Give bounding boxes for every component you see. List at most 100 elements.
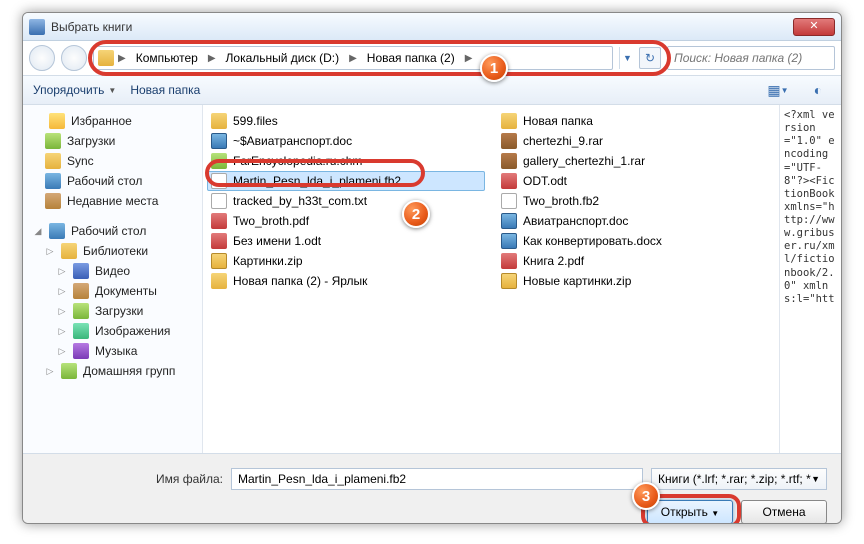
file-item[interactable]: tracked_by_h33t_com.txt (207, 191, 485, 211)
help-button[interactable]: ◐ (805, 80, 831, 100)
file-icon (501, 173, 517, 189)
file-icon (211, 133, 227, 149)
document-icon (73, 283, 89, 299)
file-icon (211, 233, 227, 249)
filetype-dropdown[interactable]: Книги (*.lrf; *.rar; *.zip; *.rtf; *.lit… (651, 468, 827, 490)
breadcrumb-seg-folder[interactable]: Новая папка (2) (361, 49, 461, 67)
file-name: gallery_chertezhi_1.rar (523, 154, 645, 168)
desktop-icon (45, 173, 61, 189)
dialog-body: Избранное Загрузки Sync Рабочий стол Нед… (23, 105, 841, 453)
filename-input[interactable] (231, 468, 643, 490)
file-item[interactable]: ~$Авиатранспорт.doc (207, 131, 485, 151)
sidebar-item-video[interactable]: ▷Видео (27, 261, 198, 281)
chevron-down-icon: ▼ (108, 86, 116, 95)
sidebar-item-images[interactable]: ▷Изображения (27, 321, 198, 341)
file-item[interactable]: Two_broth.fb2 (497, 191, 775, 211)
file-item[interactable]: Martin_Pesn_lda_i_plameni.fb2 (207, 171, 485, 191)
footer: Имя файла: Книги (*.lrf; *.rar; *.zip; *… (23, 453, 841, 524)
file-name: tracked_by_h33t_com.txt (233, 194, 367, 208)
address-dropdown-icon[interactable]: ▼ (619, 47, 635, 69)
file-item[interactable]: Без имени 1.odt (207, 231, 485, 251)
desktop-icon (49, 223, 65, 239)
file-item[interactable]: Книга 2.pdf (497, 251, 775, 271)
file-item[interactable]: Новая папка (497, 111, 775, 131)
sidebar: Избранное Загрузки Sync Рабочий стол Нед… (23, 105, 203, 453)
sidebar-item-music[interactable]: ▷Музыка (27, 341, 198, 361)
back-button[interactable] (29, 45, 55, 71)
file-item[interactable]: Two_broth.pdf (207, 211, 485, 231)
file-icon (211, 213, 227, 229)
search-input[interactable] (667, 46, 835, 70)
chevron-down-icon: ▼ (811, 474, 820, 484)
chevron-right-icon[interactable]: ▶ (463, 53, 475, 64)
file-name: Новые картинки.zip (523, 274, 631, 288)
close-button[interactable]: ✕ (793, 18, 835, 36)
file-name: Картинки.zip (233, 254, 303, 268)
file-icon (211, 173, 227, 189)
sidebar-item-libraries[interactable]: ▷Библиотеки (27, 241, 198, 261)
sidebar-item-documents[interactable]: ▷Документы (27, 281, 198, 301)
sidebar-item-sync[interactable]: Sync (27, 151, 198, 171)
breadcrumb-seg-computer[interactable]: Компьютер (130, 49, 204, 67)
chevron-right-icon[interactable]: ▶ (347, 53, 359, 64)
sidebar-item-favorites[interactable]: Избранное (27, 111, 198, 131)
file-item[interactable]: chertezhi_9.rar (497, 131, 775, 151)
chevron-right-icon[interactable]: ▶ (206, 53, 218, 64)
sidebar-item-desktop[interactable]: Рабочий стол (27, 171, 198, 191)
library-icon (61, 243, 77, 259)
sidebar-item-downloads[interactable]: Загрузки (27, 131, 198, 151)
file-item[interactable]: Как конвертировать.docx (497, 231, 775, 251)
refresh-button[interactable]: ↻ (639, 47, 661, 69)
file-item[interactable]: ODT.odt (497, 171, 775, 191)
file-item[interactable]: Новые картинки.zip (497, 271, 775, 291)
chevron-right-icon[interactable]: ▶ (116, 53, 128, 64)
file-item[interactable]: 599.files (207, 111, 485, 131)
file-icon (501, 113, 517, 129)
file-name: Martin_Pesn_lda_i_plameni.fb2 (233, 174, 401, 188)
sidebar-item-downloads2[interactable]: ▷Загрузки (27, 301, 198, 321)
file-item[interactable]: FarEncyclopedia.ru.chm (207, 151, 485, 171)
folder-icon (98, 50, 114, 66)
forward-button[interactable] (61, 45, 87, 71)
sidebar-item-recent[interactable]: Недавние места (27, 191, 198, 211)
cancel-button[interactable]: Отмена (741, 500, 827, 524)
sidebar-item-desktop2[interactable]: ◢Рабочий стол (27, 221, 198, 241)
callout-3: 3 (632, 482, 660, 510)
file-icon (211, 193, 227, 209)
callout-2: 2 (402, 200, 430, 228)
file-name: chertezhi_9.rar (523, 134, 603, 148)
filename-label: Имя файла: (37, 472, 223, 486)
file-icon (501, 233, 517, 249)
file-icon (211, 273, 227, 289)
file-item[interactable]: gallery_chertezhi_1.rar (497, 151, 775, 171)
file-name: Two_broth.pdf (233, 214, 309, 228)
file-name: ODT.odt (523, 174, 567, 188)
download-icon (45, 133, 61, 149)
preview-pane: <?xml version="1.0" encoding="UTF-8"?><F… (779, 105, 841, 453)
file-icon (501, 213, 517, 229)
new-folder-button[interactable]: Новая папка (130, 83, 200, 97)
address-bar[interactable]: ▶ Компьютер ▶ Локальный диск (D:) ▶ Нова… (93, 46, 613, 70)
file-icon (501, 253, 517, 269)
file-item[interactable]: Картинки.zip (207, 251, 485, 271)
nav-row: ▶ Компьютер ▶ Локальный диск (D:) ▶ Нова… (23, 41, 841, 75)
file-icon (501, 153, 517, 169)
file-name: Как конвертировать.docx (523, 234, 662, 248)
video-icon (73, 263, 89, 279)
sidebar-item-homegroup[interactable]: ▷Домашняя групп (27, 361, 198, 381)
file-name: Книга 2.pdf (523, 254, 584, 268)
file-item[interactable]: Новая папка (2) - Ярлык (207, 271, 485, 291)
app-icon (29, 19, 45, 35)
file-item[interactable]: Авиатранспорт.doc (497, 211, 775, 231)
breadcrumb-seg-drive[interactable]: Локальный диск (D:) (220, 49, 346, 67)
file-icon (211, 153, 227, 169)
organize-button[interactable]: Упорядочить▼ (33, 83, 116, 97)
open-file-dialog: Выбрать книги ✕ ▶ Компьютер ▶ Локальный … (22, 12, 842, 524)
file-list-pane: 599.files ~$Авиатранспорт.doc FarEncyclope… (203, 105, 779, 453)
open-button[interactable]: Открыть ▼ (647, 500, 733, 524)
sync-icon (45, 153, 61, 169)
window-title: Выбрать книги (51, 20, 793, 34)
file-name: ~$Авиатранспорт.doc (233, 134, 352, 148)
view-mode-button[interactable]: ▦ ▼ (765, 80, 791, 100)
star-icon (49, 113, 65, 129)
